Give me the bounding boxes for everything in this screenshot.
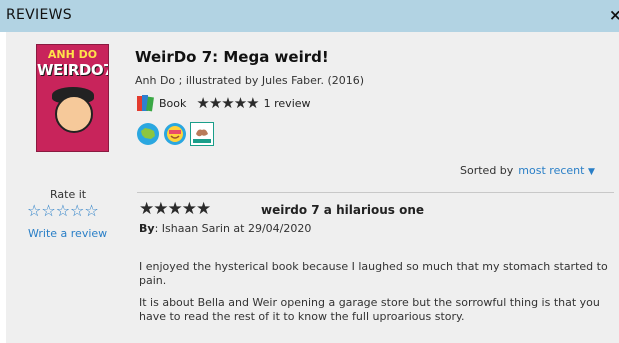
smiley-badge-icon[interactable] bbox=[163, 122, 187, 146]
award-badges bbox=[136, 122, 214, 146]
book-byline: Anh Do ; illustrated by Jules Faber. (20… bbox=[135, 74, 365, 87]
cover-author-text: ANH DO bbox=[47, 48, 98, 61]
rate-stars-input[interactable]: ☆☆☆☆☆ bbox=[27, 201, 99, 220]
header-title: REVIEWS bbox=[6, 7, 72, 23]
sort-control: Sorted by most recent ▼ bbox=[460, 164, 595, 177]
review-paragraph: I enjoyed the hysterical book because I … bbox=[139, 260, 608, 287]
review-author-line: : Ishaan Sarin at 29/04/2020 bbox=[154, 222, 312, 235]
reviews-panel: ANH DO WEIRDO7 WeirDo 7: Mega weird! Anh… bbox=[6, 32, 619, 343]
write-review-link[interactable]: Write a review bbox=[28, 227, 107, 240]
chevron-down-icon[interactable]: ▼ bbox=[588, 167, 595, 177]
cover-character-face bbox=[55, 95, 93, 133]
review-divider bbox=[137, 192, 614, 193]
review-author: By: Ishaan Sarin at 29/04/2020 bbox=[139, 222, 311, 235]
book-format-icon bbox=[137, 95, 154, 112]
australia-badge-icon[interactable] bbox=[136, 122, 160, 146]
cover-brand-text: WEIRDO7 bbox=[37, 61, 109, 79]
average-rating-stars: ★★★★★ bbox=[196, 94, 259, 112]
format-label: Book bbox=[159, 96, 187, 110]
sort-label: Sorted by bbox=[460, 164, 514, 177]
review-body: I enjoyed the hysterical book because I … bbox=[139, 260, 609, 332]
review-rating-stars: ★★★★★ bbox=[139, 199, 211, 219]
close-icon[interactable]: × bbox=[609, 6, 619, 24]
nsw-prc-badge-icon[interactable] bbox=[190, 122, 214, 146]
rate-it-label: Rate it bbox=[50, 188, 87, 201]
sort-dropdown[interactable]: most recent ▼ bbox=[518, 164, 595, 177]
review-paragraph: It is about Bella and Weir opening a gar… bbox=[139, 296, 600, 323]
reviews-header: REVIEWS × bbox=[0, 0, 619, 32]
book-title[interactable]: WeirDo 7: Mega weird! bbox=[135, 48, 329, 66]
format-rating-row: Book ★★★★★ 1 review bbox=[135, 92, 311, 114]
review-title: weirdo 7 a hilarious one bbox=[261, 203, 425, 217]
review-count[interactable]: 1 review bbox=[264, 97, 311, 110]
review-by-label: By bbox=[139, 222, 155, 235]
sort-value[interactable]: most recent bbox=[518, 164, 584, 177]
book-cover-image[interactable]: ANH DO WEIRDO7 bbox=[36, 44, 109, 152]
